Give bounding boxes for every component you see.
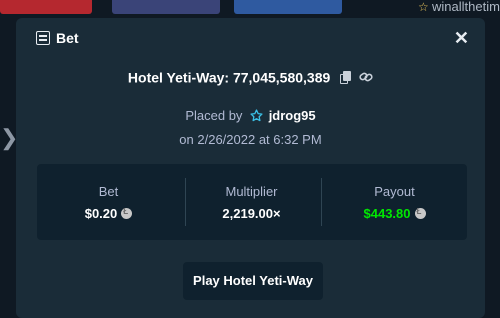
payout-amount: $443.80 — [363, 206, 411, 221]
stat-multiplier: Multiplier 2,219.00× — [180, 164, 323, 240]
game-name: Hotel Yeti-Way: — [127, 69, 230, 86]
stat-value: 2,219.00× — [222, 206, 281, 221]
litecoin-icon — [121, 207, 133, 219]
bet-amount: $0.20 — [84, 206, 118, 221]
bet-date: on 2/26/2022 at 6:32 PM — [179, 132, 322, 147]
star-icon: ☆ — [418, 0, 429, 14]
game-thumbnail[interactable] — [234, 0, 342, 14]
stat-value: $443.80 — [323, 206, 466, 221]
stat-label: Multiplier — [225, 184, 278, 199]
close-button[interactable]: ✕ — [454, 29, 469, 47]
modal-title: Bet — [56, 30, 79, 46]
bet-stats-panel: Bet $0.20 Multiplier 2,219.00× Payout $4… — [37, 164, 467, 240]
placed-by-line: Placed by jdrog95 — [16, 108, 485, 123]
link-icon[interactable] — [359, 70, 373, 84]
game-thumbnail[interactable] — [0, 0, 92, 14]
bet-slip-icon — [36, 31, 50, 45]
stat-value: $0.20 — [37, 206, 180, 221]
background-username[interactable]: winallthetime — [432, 0, 500, 14]
game-thumbnail[interactable] — [112, 0, 220, 14]
stat-label: Payout — [374, 184, 415, 199]
divider — [321, 178, 322, 226]
bet-id: 77,045,580,389 — [232, 69, 331, 86]
bet-details-modal: Bet ✕ Hotel Yeti-Way: 77,045,580,389 Pla… — [16, 18, 485, 318]
litecoin-icon — [414, 207, 426, 219]
stat-payout: Payout $443.80 — [323, 164, 466, 240]
play-game-button[interactable]: Play Hotel Yeti-Way — [183, 262, 323, 300]
stat-label: Bet — [98, 184, 119, 199]
vip-star-icon — [250, 109, 263, 122]
bet-heading: Hotel Yeti-Way: 77,045,580,389 — [16, 68, 485, 85]
placed-by-label: Placed by — [185, 108, 243, 123]
stat-bet: Bet $0.20 — [37, 164, 180, 240]
username-link[interactable]: jdrog95 — [269, 108, 316, 123]
copy-icon[interactable] — [340, 70, 352, 84]
modal-header: Bet ✕ — [16, 18, 485, 62]
